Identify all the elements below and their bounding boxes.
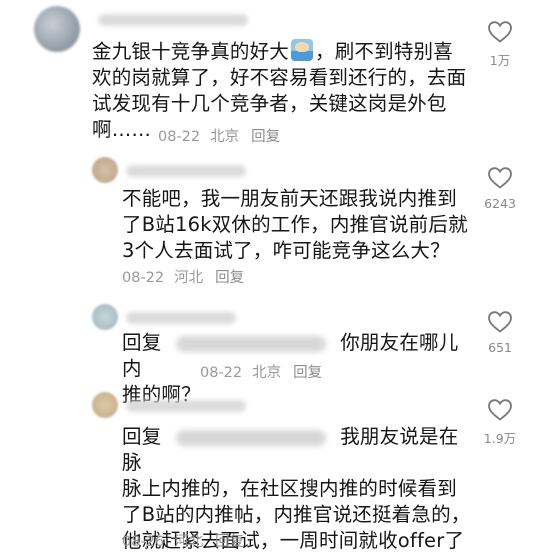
comment-location: 河北 — [174, 270, 204, 286]
reply-button[interactable]: 回复 — [251, 129, 280, 145]
username-blurred[interactable] — [126, 165, 246, 177]
like-button[interactable]: 6243 — [470, 166, 530, 211]
comment-location: 河北 — [174, 534, 204, 550]
comment-text: 金九银十竞争真的好大 ，刷不到特别喜 欢的岗就算了，好不容易看到还行的，去面 试发… — [92, 39, 467, 141]
like-button[interactable]: 651 — [470, 310, 530, 355]
heart-outline-icon — [488, 399, 512, 421]
sweat-smile-emoji-icon — [291, 39, 314, 61]
reply-button[interactable]: 回复 — [215, 534, 244, 550]
avatar[interactable] — [92, 304, 118, 330]
comment-meta: 08-22 北京 回复 — [200, 361, 322, 382]
comment-meta: 08-22 北京 回复 — [158, 125, 280, 146]
comment-date: 08-22 — [122, 270, 165, 286]
reply-button[interactable]: 回复 — [215, 270, 244, 286]
heart-outline-icon — [488, 167, 512, 189]
comment-location: 北京 — [252, 365, 282, 381]
avatar[interactable] — [34, 6, 80, 52]
reply-prefix: 回复 — [122, 425, 162, 448]
like-count: 1.9万 — [483, 431, 517, 446]
like-count: 1万 — [489, 53, 511, 68]
reply-prefix: 回复 — [122, 331, 162, 354]
reply-button[interactable]: 回复 — [293, 365, 322, 381]
comment-date: 08-22 — [158, 129, 201, 145]
avatar[interactable] — [92, 157, 118, 183]
mention-blurred[interactable] — [175, 429, 326, 446]
comment-meta: 08-26 河北 回复 — [122, 530, 244, 551]
username-blurred[interactable] — [126, 312, 236, 324]
avatar[interactable] — [92, 392, 118, 418]
comment-date: 08-22 — [200, 365, 243, 381]
username-blurred[interactable] — [126, 400, 246, 412]
like-count: 6243 — [484, 196, 516, 211]
heart-outline-icon — [488, 21, 512, 43]
like-button[interactable]: 1万 — [470, 20, 530, 69]
comment-meta: 08-22 河北 回复 — [122, 266, 244, 287]
comment-date: 08-26 — [122, 534, 165, 550]
comment-text: 不能吧，我一朋友前天还跟我说内推到 了B站16k双休的工作，内推官说前后就 3个… — [122, 187, 468, 262]
mention-blurred[interactable] — [175, 335, 326, 352]
like-count: 651 — [488, 340, 512, 355]
heart-outline-icon — [488, 311, 512, 333]
comment-location: 北京 — [210, 129, 240, 145]
username-blurred[interactable] — [98, 14, 248, 26]
like-button[interactable]: 1.9万 — [470, 398, 530, 447]
